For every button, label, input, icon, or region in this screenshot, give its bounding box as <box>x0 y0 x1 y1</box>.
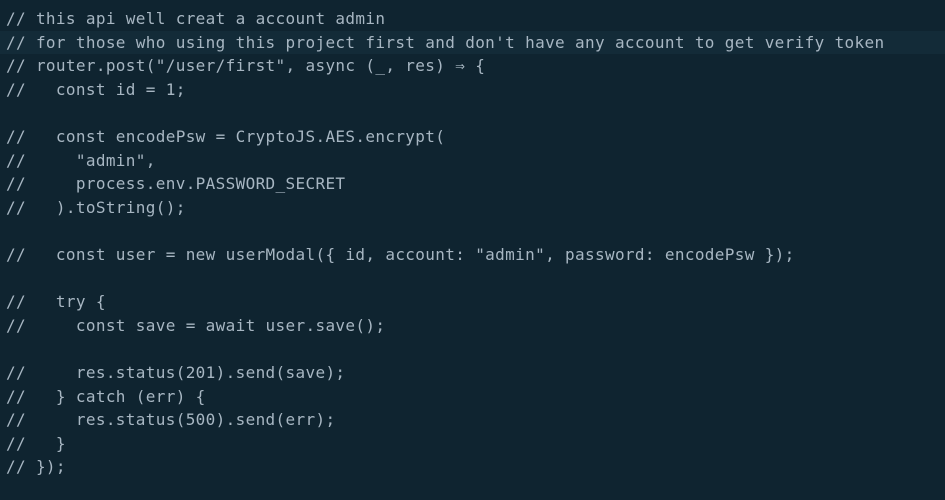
code-line-15[interactable] <box>0 337 945 361</box>
code-line-11[interactable]: // const user = new userModal({ id, acco… <box>0 243 945 267</box>
code-line-2[interactable]: // for those who using this project firs… <box>0 30 945 55</box>
code-line-10[interactable] <box>0 219 945 243</box>
code-line-17[interactable]: // } catch (err) { <box>0 385 945 409</box>
code-line-14[interactable]: // const save = await user.save(); <box>0 314 945 338</box>
code-line-9[interactable]: // ).toString(); <box>0 196 945 220</box>
code-line-12[interactable] <box>0 267 945 291</box>
code-line-1[interactable]: // this api well creat a account admin <box>0 7 945 31</box>
code-editor[interactable]: // this api well creat a account admin /… <box>0 0 945 500</box>
code-line-6[interactable]: // const encodePsw = CryptoJS.AES.encryp… <box>0 125 945 149</box>
code-line-20[interactable]: // }); <box>0 455 945 479</box>
code-line-18[interactable]: // res.status(500).send(err); <box>0 408 945 432</box>
code-line-8[interactable]: // process.env.PASSWORD_SECRET <box>0 172 945 196</box>
code-line-13[interactable]: // try { <box>0 290 945 314</box>
code-line-19[interactable]: // } <box>0 432 945 456</box>
code-line-3[interactable]: // router.post("/user/first", async (_, … <box>0 54 945 78</box>
code-line-7[interactable]: // "admin", <box>0 149 945 173</box>
code-lines[interactable]: // this api well creat a account admin /… <box>0 7 945 479</box>
code-line-5[interactable] <box>0 101 945 125</box>
code-line-4[interactable]: // const id = 1; <box>0 78 945 102</box>
code-line-16[interactable]: // res.status(201).send(save); <box>0 361 945 385</box>
